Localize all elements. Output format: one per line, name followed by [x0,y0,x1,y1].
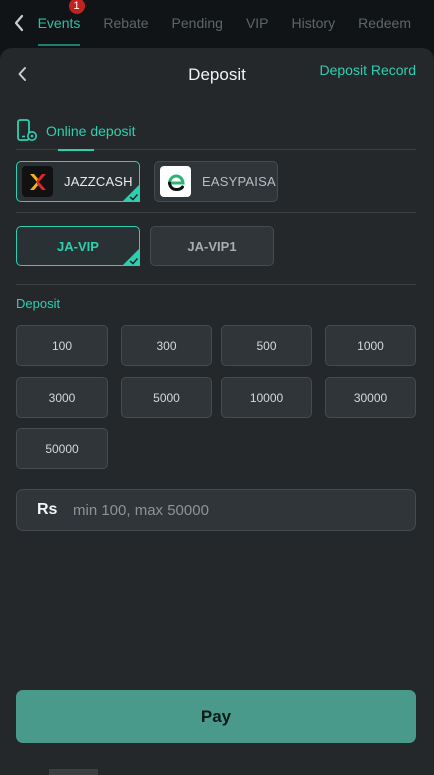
tab-vip[interactable]: VIP [246,0,269,46]
currency-symbol: Rs [37,501,58,518]
divider [16,284,416,285]
deposit-record-link[interactable]: Deposit Record [320,62,417,78]
method-tabs: Online deposit [16,112,416,151]
selected-check-icon [122,184,140,202]
amount-option-5000[interactable]: 5000 [121,377,212,418]
channel-name: JA-VIP1 [187,238,237,254]
amount-option-1000[interactable]: 1000 [325,325,416,366]
amount-option-3000[interactable]: 3000 [16,377,108,418]
tab-label: Events [37,15,81,31]
tab-online-deposit[interactable]: Online deposit [16,112,136,151]
tab-events[interactable]: Events 1 [37,0,85,46]
provider-easypaisa[interactable]: EASYPAISA [154,161,278,202]
selected-check-icon [122,248,140,266]
method-tab-label: Online deposit [46,123,136,139]
back-button[interactable] [0,0,38,46]
active-tab-underline [58,149,94,151]
chevron-left-icon [14,14,23,32]
top-tab-bar: Events 1 Rebate Pending VIP History Rede… [0,0,434,46]
channel-ja-vip[interactable]: JA-VIP [16,226,140,266]
deposit-section-label: Deposit [16,296,61,311]
deposit-sheet: Deposit Deposit Record Online deposit JA… [0,48,434,775]
amount-option-300[interactable]: 300 [121,325,212,366]
amount-option-30000[interactable]: 30000 [325,377,416,418]
easypaisa-logo [160,166,191,197]
provider-name: EASYPAISA [202,174,276,189]
channel-name: JA-VIP [57,238,99,254]
tab-history[interactable]: History [292,0,336,46]
amount-input[interactable] [73,501,415,519]
amount-option-500[interactable]: 500 [221,325,312,366]
amount-option-100[interactable]: 100 [16,325,108,366]
pay-button[interactable]: Pay [16,690,416,743]
notification-badge: 1 [68,0,85,14]
sheet-header: Deposit Deposit Record [0,48,434,100]
divider [16,212,416,213]
bottom-indicator [49,769,98,775]
amount-option-50000[interactable]: 50000 [16,428,108,469]
tab-rebate[interactable]: Rebate [103,0,148,46]
phone-icon [17,119,37,141]
provider-jazzcash[interactable]: JAZZCASH [16,161,140,202]
amount-input-wrapper: Rs [16,489,416,531]
amount-option-10000[interactable]: 10000 [221,377,312,418]
tab-redeem[interactable]: Redeem [358,0,411,46]
jazzcash-logo [22,166,53,197]
channel-ja-vip1[interactable]: JA-VIP1 [150,226,274,266]
tab-pending[interactable]: Pending [172,0,223,46]
